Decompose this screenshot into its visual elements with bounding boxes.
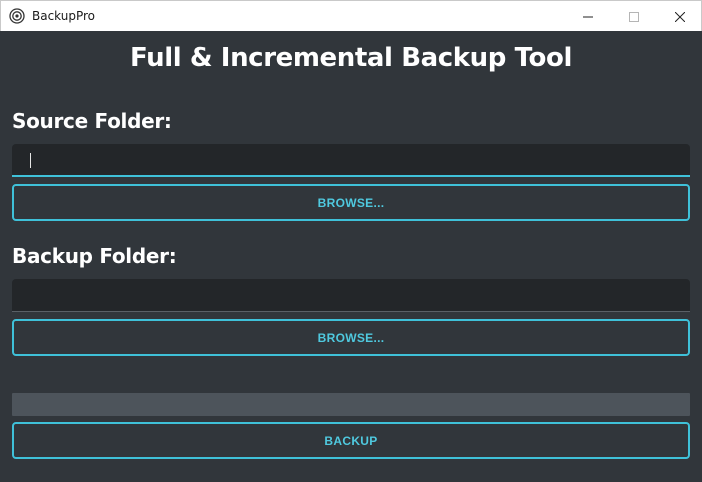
page-title: Full & Incremental Backup Tool [130,43,572,73]
close-icon [675,11,685,22]
browse-backup-button[interactable]: BROWSE... [12,319,690,356]
text-caret [30,153,31,168]
title-bar: BackupPro [0,0,702,31]
main-panel: Full & Incremental Backup Tool Source Fo… [1,31,701,481]
source-folder-input[interactable] [12,144,690,177]
minimize-button[interactable] [565,1,611,32]
app-logo-icon [9,8,25,24]
maximize-icon [629,11,639,22]
source-folder-label: Source Folder: [12,109,172,133]
close-button[interactable] [657,1,702,32]
backup-folder-input[interactable] [12,279,690,312]
progress-bar [12,393,690,416]
maximize-button[interactable] [611,1,657,32]
backup-button[interactable]: BACKUP [12,422,690,459]
window-title: BackupPro [32,9,96,23]
backup-folder-label: Backup Folder: [12,244,177,268]
browse-source-button[interactable]: BROWSE... [12,184,690,221]
minimize-icon [583,16,593,17]
